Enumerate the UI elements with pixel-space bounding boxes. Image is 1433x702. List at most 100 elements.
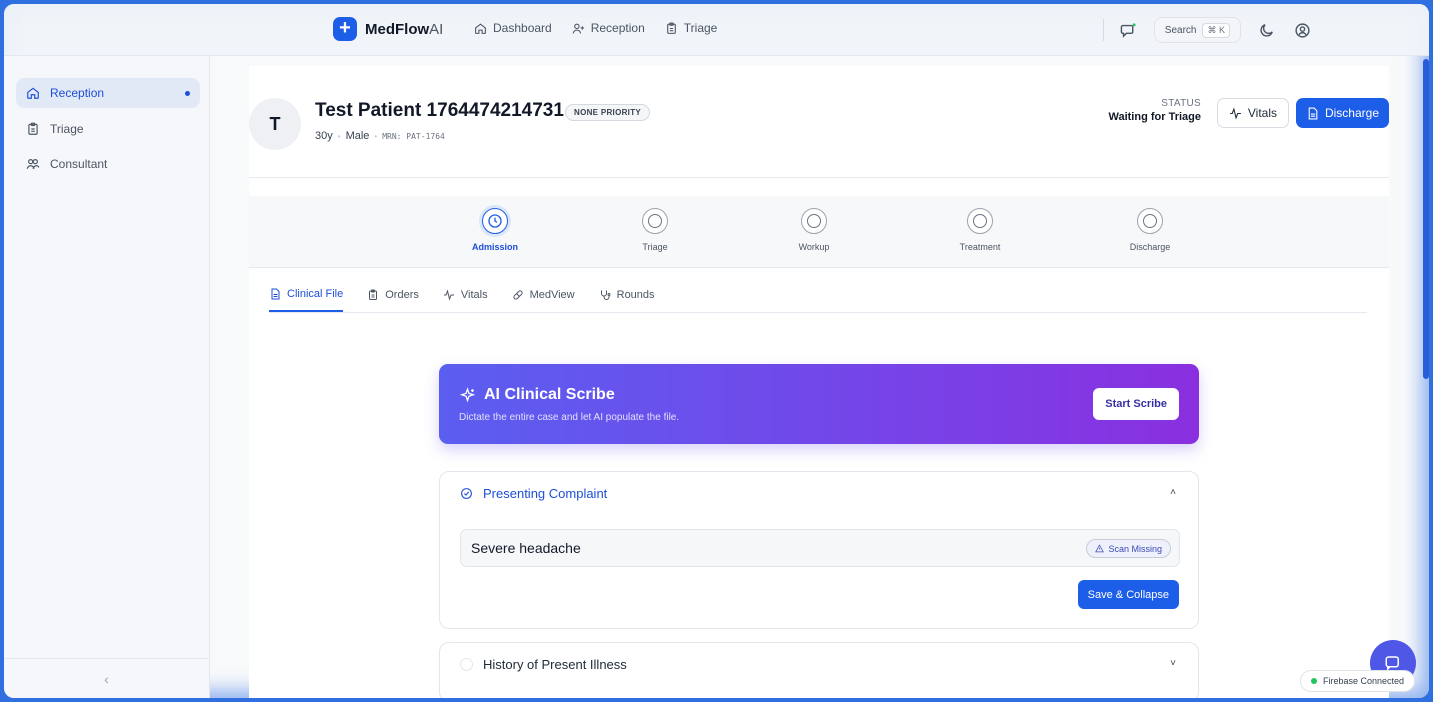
nav-dashboard[interactable]: Dashboard <box>474 21 552 35</box>
section-title: History of Present Illness <box>483 657 627 672</box>
home-icon <box>475 22 486 34</box>
scan-badge-label: Scan Missing <box>1108 543 1162 554</box>
tab-medview[interactable]: MedView <box>512 278 575 312</box>
search-button[interactable]: Search ⌘ K <box>1153 17 1241 43</box>
theme-toggle-button[interactable] <box>1255 19 1277 41</box>
patient-age: 30y <box>315 130 333 142</box>
nav-dashboard-label: Dashboard <box>493 21 552 35</box>
meta-separator: • <box>374 131 378 141</box>
vitals-button[interactable]: Vitals <box>1216 98 1289 128</box>
step-triage[interactable]: Triage <box>605 208 705 252</box>
users-icon <box>26 159 40 169</box>
scribe-title-text: AI Clinical Scribe <box>484 386 615 403</box>
clipboard-icon <box>666 22 676 34</box>
pill-icon <box>512 290 523 300</box>
sidebar-item-triage[interactable]: Triage <box>16 114 200 144</box>
tab-orders[interactable]: Orders <box>367 278 419 312</box>
patient-name: Test Patient 1764474214731 <box>315 100 564 121</box>
tab-label: Orders <box>385 289 419 301</box>
ai-scribe-banner: AI Clinical Scribe Dictate the entire ca… <box>439 364 1199 444</box>
plus-logo-icon: + <box>333 17 357 41</box>
ai-chat-button[interactable] <box>1118 19 1140 41</box>
tab-label: Clinical File <box>287 288 344 300</box>
step-circle <box>801 208 827 234</box>
user-circle-icon <box>1294 22 1310 38</box>
active-dot <box>185 91 190 96</box>
main-content: T Test Patient 1764474214731 NONE PRIORI… <box>211 56 1429 698</box>
step-admission[interactable]: Admission <box>445 208 545 252</box>
clock-icon <box>488 214 502 228</box>
brand-name: MedFlowAI <box>365 20 444 38</box>
sidebar: Reception Triage Consultant ‹ <box>4 56 210 698</box>
chat-sparkle-icon <box>1121 22 1136 38</box>
divider <box>1102 19 1104 41</box>
activity-icon <box>1229 106 1241 120</box>
scribe-subtitle: Dictate the entire case and let AI popul… <box>459 412 680 423</box>
tab-label: Vitals <box>460 289 488 301</box>
topnav-links: Dashboard Reception Triage <box>474 21 717 35</box>
sidebar-item-consultant[interactable]: Consultant <box>16 149 200 179</box>
nav-triage[interactable]: Triage <box>665 21 718 35</box>
scribe-title: AI Clinical Scribe <box>459 386 615 404</box>
circle-icon <box>648 214 662 228</box>
step-treatment[interactable]: Treatment <box>930 208 1030 252</box>
step-circle <box>1137 208 1163 234</box>
priority-badge: NONE PRIORITY <box>565 104 651 121</box>
scan-missing-badge[interactable]: Scan Missing <box>1086 539 1171 558</box>
user-plus-icon <box>572 23 584 34</box>
presenting-complaint-section: Presenting Complaint ˄ Severe headache S… <box>439 471 1199 629</box>
step-label: Discharge <box>1129 242 1171 252</box>
profile-button[interactable] <box>1291 19 1313 41</box>
save-collapse-button[interactable]: Save & Collapse <box>1077 580 1179 609</box>
sidebar-collapse-button[interactable]: ‹ <box>4 658 209 698</box>
search-label: Search <box>1164 24 1197 36</box>
moon-icon <box>1259 23 1273 37</box>
sidebar-item-reception[interactable]: Reception <box>16 78 200 108</box>
tab-label: Rounds <box>616 289 655 301</box>
circle-icon <box>1143 214 1157 228</box>
tab-vitals[interactable]: Vitals <box>443 278 488 312</box>
sidebar-item-label: Reception <box>50 86 105 100</box>
hpi-section: History of Present Illness ˅ <box>439 642 1199 698</box>
circle-icon <box>807 214 821 228</box>
hpi-header[interactable]: History of Present Illness <box>460 657 627 672</box>
discharge-button[interactable]: Discharge <box>1295 98 1389 128</box>
presenting-complaint-header[interactable]: Presenting Complaint <box>460 486 607 501</box>
sidebar-item-label: Consultant <box>50 157 108 171</box>
patient-mrn: MRN: PAT-1764 <box>382 131 445 141</box>
step-workup[interactable]: Workup <box>764 208 864 252</box>
presenting-complaint-input[interactable]: Severe headache Scan Missing <box>460 529 1180 567</box>
tab-rounds[interactable]: Rounds <box>599 278 655 312</box>
brand[interactable]: + MedFlowAI <box>333 17 443 41</box>
step-circle <box>967 208 993 234</box>
start-scribe-button[interactable]: Start Scribe <box>1093 388 1179 420</box>
nav-reception[interactable]: Reception <box>572 21 645 35</box>
nav-triage-label: Triage <box>683 21 718 35</box>
patient-header: T Test Patient 1764474214731 NONE PRIORI… <box>249 98 1389 178</box>
tab-clinical-file[interactable]: Clinical File <box>269 278 344 312</box>
activity-icon <box>443 289 454 301</box>
step-label: Treatment <box>959 242 1001 252</box>
avatar: T <box>249 98 301 150</box>
chevron-down-icon[interactable]: ˅ <box>1170 658 1176 669</box>
meta-separator: • <box>337 131 341 141</box>
step-label: Triage <box>642 242 668 252</box>
step-circle <box>482 208 508 234</box>
complaint-value: Severe headache <box>471 540 581 556</box>
sidebar-item-label: Triage <box>50 122 84 136</box>
patient-meta: 30y • Male • MRN: PAT-1764 <box>315 130 445 142</box>
workflow-stepper: Admission Triage Workup Treatment Discha… <box>249 196 1389 268</box>
chevron-left-icon: ‹ <box>104 670 109 687</box>
search-shortcut: ⌘ K <box>1202 22 1230 38</box>
chevron-up-icon[interactable]: ˄ <box>1170 487 1176 498</box>
scrollbar[interactable] <box>1423 59 1429 379</box>
firebase-status: Firebase Connected <box>1300 670 1416 692</box>
top-nav: + MedFlowAI Dashboard Reception Triage S… <box>4 4 1429 56</box>
stethoscope-icon <box>600 290 611 300</box>
status-label: STATUS <box>1161 98 1201 109</box>
warning-icon <box>1095 544 1105 553</box>
patient-sex: Male <box>345 130 370 142</box>
app-window: + MedFlowAI Dashboard Reception Triage S… <box>4 4 1429 698</box>
step-discharge[interactable]: Discharge <box>1100 208 1200 252</box>
discharge-button-label: Discharge <box>1324 106 1379 120</box>
